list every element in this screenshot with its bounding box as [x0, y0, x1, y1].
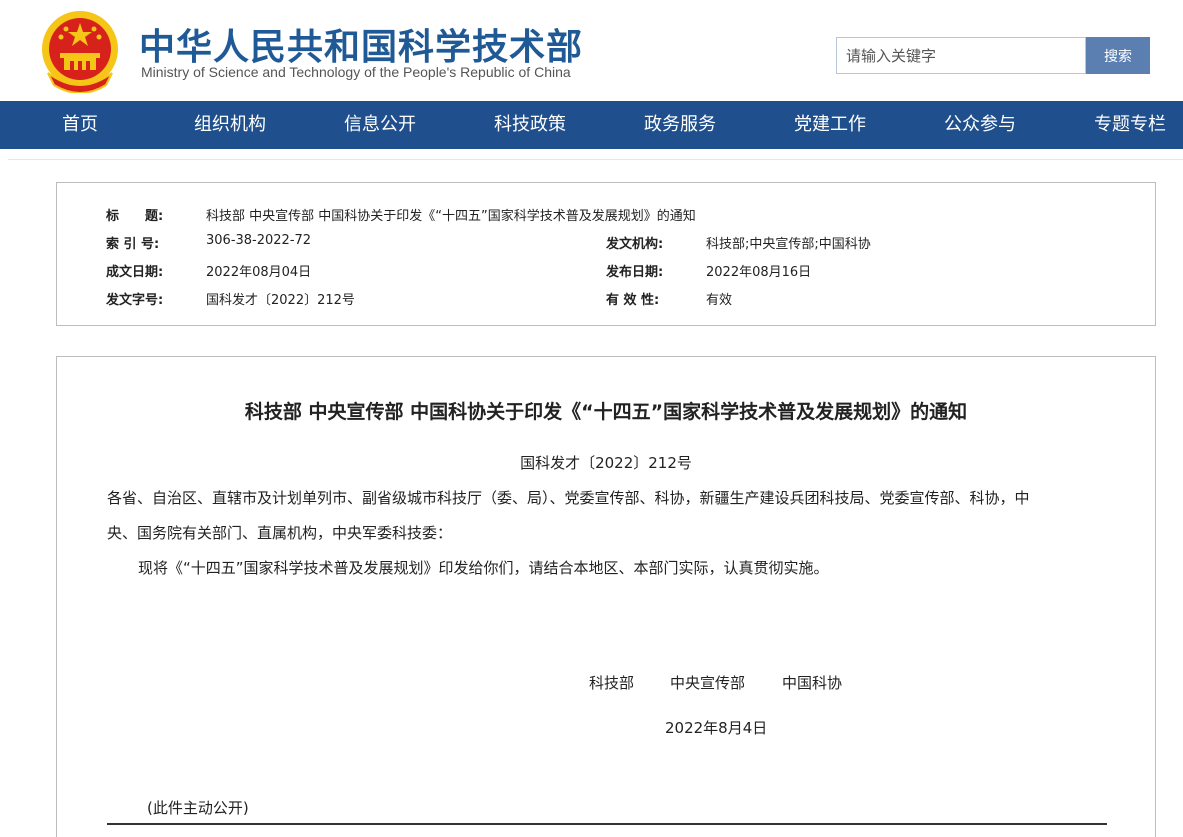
main-nav: 首页 组织机构 信息公开 科技政策 政务服务 党建工作 公众参与 专题专栏 [0, 101, 1183, 149]
divider [8, 159, 1183, 160]
nav-item-organization[interactable]: 组织机构 [194, 101, 266, 149]
meta-title-label: 标 题: [106, 209, 164, 224]
meta-issuer-value: 科技部;中央宣传部;中国科协 [706, 237, 871, 252]
recipients-line-2: 央、国务院有关部门、直属机构，中央军委科技委： [107, 524, 453, 542]
article-panel: 科技部 中央宣传部 中国科协关于印发《“十四五”国家科学技术普及发展规划》的通知… [56, 356, 1156, 837]
site-title[interactable]: 中华人民共和国科学技术部 [139, 18, 583, 70]
nav-item-policy[interactable]: 科技政策 [494, 101, 566, 149]
meta-index-label: 索 引 号: [106, 237, 160, 252]
article-doc-number: 国科发才〔2022〕212号 [520, 454, 692, 472]
signer-propaganda: 中央宣传部 [670, 674, 746, 692]
document-meta-panel: 标 题: 科技部 中央宣传部 中国科协关于印发《“十四五”国家科学技术普及发展规… [56, 182, 1156, 326]
meta-docnum-value: 国科发才〔2022〕212号 [206, 293, 355, 308]
public-note: (此件主动公开) [147, 799, 249, 817]
nav-item-home[interactable]: 首页 [62, 101, 98, 149]
meta-date-value: 2022年08月04日 [206, 265, 312, 280]
meta-validity-value: 有效 [706, 293, 733, 308]
bottom-divider [107, 823, 1107, 825]
national-emblem-icon[interactable] [40, 9, 120, 94]
recipients-line-1: 各省、自治区、直辖市及计划单列市、副省级城市科技厅（委、局）、党委宣传部、科协，… [107, 489, 1030, 507]
nav-item-information[interactable]: 信息公开 [344, 101, 416, 149]
meta-validity-label: 有 效 性: [606, 293, 660, 308]
nav-item-topics[interactable]: 专题专栏 [1094, 101, 1166, 149]
nav-item-services[interactable]: 政务服务 [644, 101, 716, 149]
nav-item-party[interactable]: 党建工作 [794, 101, 866, 149]
meta-docnum-label: 发文字号: [106, 293, 164, 308]
sign-date: 2022年8月4日 [665, 719, 768, 737]
meta-issuer-label: 发文机构: [606, 237, 664, 252]
article-body: 现将《“十四五”国家科学技术普及发展规划》印发给你们，请结合本地区、本部门实际，… [138, 559, 829, 577]
search-input[interactable] [836, 37, 1086, 74]
site-header: 中华人民共和国科学技术部 Ministry of Science and Tec… [0, 0, 1183, 101]
signer-most: 科技部 [589, 674, 635, 692]
article-title: 科技部 中央宣传部 中国科协关于印发《“十四五”国家科学技术普及发展规划》的通知 [244, 401, 968, 423]
signer-cast: 中国科协 [782, 674, 843, 692]
meta-publish-value: 2022年08月16日 [706, 265, 812, 280]
search-button[interactable]: 搜索 [1086, 37, 1150, 74]
meta-publish-label: 发布日期: [606, 265, 664, 280]
meta-title-value: 科技部 中央宣传部 中国科协关于印发《“十四五”国家科学技术普及发展规划》的通知 [206, 209, 696, 224]
meta-date-label: 成文日期: [106, 265, 164, 280]
meta-index-value: 306-38-2022-72 [206, 233, 312, 248]
site-subtitle: Ministry of Science and Technology of th… [141, 64, 571, 80]
nav-item-public[interactable]: 公众参与 [944, 101, 1016, 149]
